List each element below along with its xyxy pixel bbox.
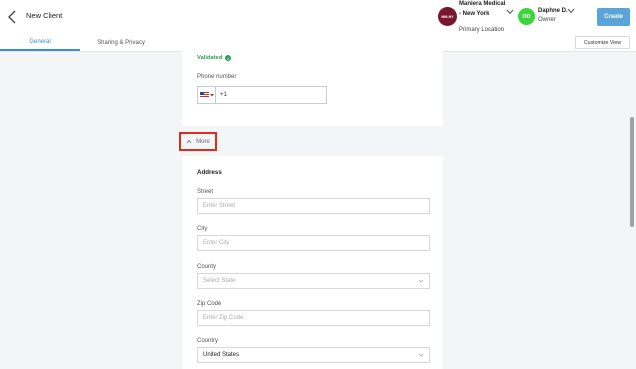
phone-field[interactable]: +1 — [197, 86, 327, 104]
location-subtitle: Primary Location — [459, 27, 505, 33]
country-value: United States — [203, 352, 240, 358]
back-icon[interactable] — [6, 9, 20, 25]
chevron-down-icon — [418, 279, 424, 283]
validated-label: Validated — [197, 55, 223, 61]
location-avatar[interactable]: MM-NY — [438, 7, 457, 26]
street-label: Street — [197, 189, 214, 195]
county-select[interactable]: Select State — [197, 273, 430, 289]
county-placeholder: Select State — [203, 278, 236, 284]
street-input[interactable]: Enter Street — [197, 198, 430, 214]
create-button[interactable]: Create — [597, 8, 630, 26]
more-label: More — [196, 138, 210, 145]
zip-label: Zip Code — [197, 301, 222, 307]
us-flag-icon — [199, 92, 209, 98]
scrollbar[interactable] — [630, 117, 634, 227]
country-code-dropdown[interactable] — [198, 87, 216, 103]
city-input[interactable]: Enter City — [197, 235, 430, 251]
caret-down-icon — [209, 93, 214, 96]
country-select[interactable]: United States — [197, 347, 430, 363]
city-label: City — [197, 226, 208, 232]
address-card — [182, 156, 443, 369]
user-name[interactable]: Daphne D. — [538, 8, 568, 14]
check-icon: ✓ — [225, 55, 232, 61]
zip-input[interactable]: Enter Zip Code — [197, 310, 430, 326]
page-title: New Client — [26, 11, 63, 20]
chevron-down-icon — [418, 353, 424, 357]
chevron-up-icon — [186, 139, 192, 144]
country-label: Country — [197, 338, 219, 344]
user-role: Owner — [538, 17, 556, 23]
validated-status: Validated ✓ — [197, 55, 232, 61]
tab-general[interactable]: General — [0, 34, 80, 51]
tab-sharing-privacy[interactable]: Sharing & Privacy — [80, 34, 162, 51]
top-bar: New Client MM-NY Maniera Medical - New Y… — [0, 0, 636, 34]
location-name[interactable]: Maniera Medical - New York — [459, 0, 507, 19]
user-avatar[interactable]: DD — [518, 8, 535, 25]
chevron-down-icon[interactable] — [567, 8, 575, 14]
more-toggle-button[interactable]: More — [179, 132, 217, 151]
address-title: Address — [197, 169, 222, 176]
county-label: County — [197, 264, 217, 270]
dial-code[interactable]: +1 — [220, 92, 227, 98]
chevron-down-icon[interactable] — [506, 9, 514, 15]
customize-view-button[interactable]: Customize View — [575, 36, 630, 49]
phone-label: Phone number — [197, 74, 237, 80]
